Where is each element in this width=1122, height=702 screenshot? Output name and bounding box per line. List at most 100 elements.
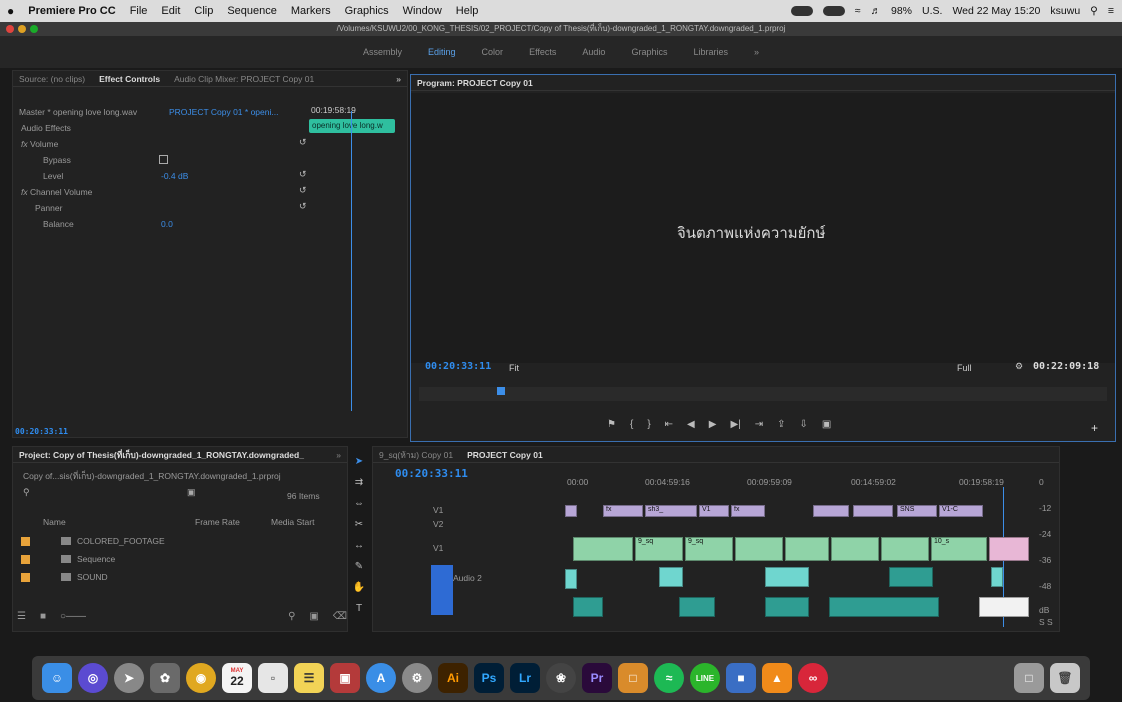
menu-file[interactable]: File (123, 5, 155, 17)
fx-volume-row[interactable]: fx Volume (21, 139, 58, 149)
siri-icon[interactable]: ◎ (78, 663, 108, 693)
balance-value[interactable]: 0.0 (161, 219, 173, 229)
downloads-stack-icon[interactable]: □ (1014, 663, 1044, 693)
list-item[interactable]: Sequence (19, 553, 339, 566)
close-window-button[interactable] (6, 25, 14, 33)
trash-icon[interactable]: 🗑 (1050, 663, 1080, 693)
timeline-timecode[interactable]: 00:20:33:11 (395, 467, 468, 480)
step-forward-icon[interactable]: ▶| (730, 419, 740, 435)
tab-audio-clip-mixer[interactable]: Audio Clip Mixer: PROJECT Copy 01 (174, 74, 314, 84)
clock[interactable]: Wed 22 May 15:20 (952, 5, 1040, 17)
illustrator-icon[interactable]: Ai (438, 663, 468, 693)
step-back-icon[interactable]: ◀ (687, 419, 695, 435)
launchpad-icon[interactable]: ➤ (114, 663, 144, 693)
premiere-icon[interactable]: Pr (582, 663, 612, 693)
panel-more-button[interactable]: » (396, 74, 401, 84)
program-title[interactable]: Program: PROJECT Copy 01 (417, 78, 533, 88)
effect-controls-playhead-timecode[interactable]: 00:20:33:11 (15, 427, 68, 436)
list-view-icon[interactable]: ☰ (17, 611, 26, 625)
program-playhead[interactable] (497, 387, 505, 395)
menu-markers[interactable]: Markers (284, 5, 338, 17)
mark-out-icon[interactable]: } (647, 419, 650, 435)
lightroom-icon[interactable]: Lr (510, 663, 540, 693)
razor-tool-icon[interactable]: ✂ (355, 519, 363, 530)
audio-clip-selected[interactable] (979, 597, 1029, 617)
audio-clip[interactable] (565, 569, 577, 589)
battery-percent[interactable]: 98% (891, 5, 912, 17)
track-label-audio2[interactable]: Audio 2 (453, 573, 482, 583)
temperature-status-icon[interactable] (790, 6, 813, 16)
video-clip[interactable] (853, 505, 893, 517)
zoom-slider[interactable]: ○—— (60, 611, 86, 625)
playback-resolution-select[interactable]: Full (957, 363, 972, 373)
notes-icon[interactable]: ☰ (294, 663, 324, 693)
extract-icon[interactable]: ⇩ (800, 419, 808, 435)
mark-in-icon[interactable]: { (630, 419, 633, 435)
track-label-v2[interactable]: V2 (433, 519, 443, 529)
add-marker-icon[interactable]: ⚑ (607, 419, 616, 435)
video-clip[interactable] (881, 537, 929, 561)
list-item[interactable]: SOUND (19, 571, 339, 584)
workspace-effects[interactable]: Effects (529, 47, 556, 57)
export-frame-icon[interactable]: ▣ (822, 419, 831, 435)
go-to-out-icon[interactable]: ⇥ (755, 419, 763, 435)
track-select-tool-icon[interactable]: ⇉ (355, 477, 363, 488)
hand-tool-icon[interactable]: ✋ (353, 582, 365, 593)
workspace-graphics[interactable]: Graphics (631, 47, 667, 57)
tab-sequence-1[interactable]: 9_sq(ห้าม) Copy 01 (379, 448, 453, 462)
system-preferences-icon[interactable]: ⚙ (402, 663, 432, 693)
bypass-checkbox[interactable] (159, 155, 168, 164)
vlc-icon[interactable]: ▲ (762, 663, 792, 693)
notification-center-icon[interactable]: ≡ (1108, 5, 1114, 17)
app-store-icon[interactable]: A (366, 663, 396, 693)
reset-level-icon[interactable]: ↺ (299, 169, 307, 180)
new-bin-from-search-icon[interactable]: ▣ (187, 487, 196, 498)
go-to-in-icon[interactable]: ⇤ (665, 419, 673, 435)
preview-icon[interactable]: ▫ (258, 663, 288, 693)
list-item[interactable]: COLORED_FOOTAGE (19, 535, 339, 548)
finder-icon[interactable]: ☺ (42, 663, 72, 693)
video-clip[interactable] (989, 537, 1029, 561)
menu-edit[interactable]: Edit (154, 5, 187, 17)
track-label-v1[interactable]: V1 (433, 505, 443, 515)
wrench-icon[interactable]: ⚙ (1015, 361, 1023, 372)
effect-controls-timecode[interactable]: 00:19:58:19 (311, 105, 356, 115)
project-more-button[interactable]: » (336, 450, 341, 460)
video-clip[interactable]: 9_sq (635, 537, 683, 561)
spotlight-search-icon[interactable]: ⚲ (1090, 5, 1098, 17)
video-clip[interactable]: V1 (699, 505, 729, 517)
photos-icon[interactable]: ✿ (150, 663, 180, 693)
audio-clip[interactable] (829, 597, 939, 617)
track-target-a1[interactable] (431, 565, 453, 615)
tab-sequence-2[interactable]: PROJECT Copy 01 (467, 450, 543, 460)
project-title[interactable]: Project: Copy of Thesis(ที่เก็บ)-downgra… (19, 448, 304, 462)
column-frame-rate[interactable]: Frame Rate (195, 517, 240, 527)
workspace-more-button[interactable]: » (754, 47, 759, 57)
workspace-editing[interactable]: Editing (428, 47, 456, 57)
slip-tool-icon[interactable]: ↔ (354, 540, 364, 551)
input-source[interactable]: U.S. (922, 5, 942, 17)
program-current-timecode[interactable]: 00:20:33:11 (425, 361, 491, 372)
menu-graphics[interactable]: Graphics (338, 5, 396, 17)
reset-volume-icon[interactable]: ↺ (299, 137, 307, 148)
video-clip[interactable]: SNS (897, 505, 937, 517)
creative-cloud-icon[interactable]: ∞ (798, 663, 828, 693)
audio-clip[interactable] (765, 567, 809, 587)
davinci-resolve-icon[interactable]: ❀ (546, 663, 576, 693)
video-clip[interactable] (735, 537, 783, 561)
video-clip[interactable]: sh3_ (645, 505, 697, 517)
video-clip[interactable]: V1-C (939, 505, 983, 517)
delete-icon[interactable]: ⌫ (333, 611, 347, 625)
zoom-window-button[interactable] (30, 25, 38, 33)
workspace-assembly[interactable]: Assembly (363, 47, 402, 57)
menu-clip[interactable]: Clip (187, 5, 220, 17)
video-clip[interactable] (831, 537, 879, 561)
audio-clip[interactable] (991, 567, 1003, 587)
audio-clip[interactable] (679, 597, 715, 617)
wifi-icon[interactable]: ≈ (855, 5, 861, 17)
selection-tool-icon[interactable]: ➤ (355, 456, 363, 467)
calendar-icon[interactable]: MAY 22 (222, 663, 252, 693)
zoom-fit-select[interactable]: Fit (509, 363, 519, 373)
video-clip[interactable] (573, 537, 633, 561)
find-icon[interactable]: ⚲ (288, 611, 295, 625)
